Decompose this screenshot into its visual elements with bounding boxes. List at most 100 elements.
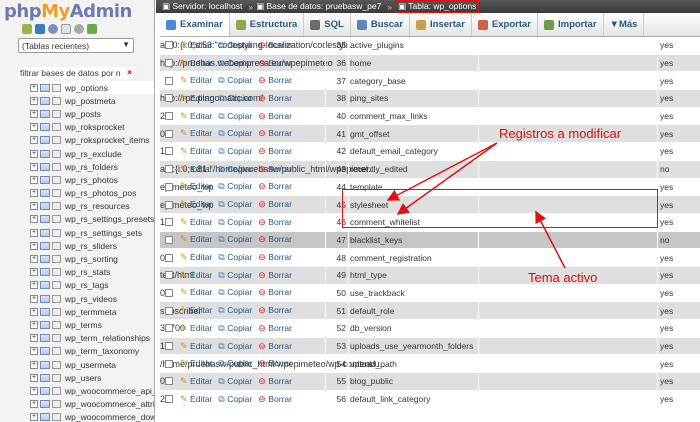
option-id-cell[interactable]: 43 [330, 164, 346, 174]
expand-icon[interactable]: + [30, 281, 38, 290]
autoload-cell[interactable]: yes [660, 270, 673, 280]
option-id-cell[interactable]: 54 [330, 359, 346, 369]
help-icon[interactable] [48, 24, 58, 34]
delete-button[interactable]: ⊖ Borrar [258, 341, 295, 352]
expand-icon[interactable]: + [30, 334, 38, 343]
delete-button[interactable]: ⊖ Borrar [258, 146, 295, 157]
copy-button[interactable]: ⧉ Copiar [218, 146, 255, 157]
expand-icon[interactable]: + [30, 347, 38, 356]
expand-icon[interactable]: + [30, 373, 38, 382]
option-id-cell[interactable]: 49 [330, 270, 346, 280]
option-id-cell[interactable]: 42 [330, 146, 346, 156]
row-checkbox[interactable] [165, 235, 173, 244]
copy-button[interactable]: ⧉ Copiar [218, 287, 255, 298]
sidebar-table-item[interactable]: + wp_roksprocket_items [30, 134, 154, 147]
edit-button[interactable]: ✎ Editar [180, 270, 215, 281]
option-id-cell[interactable]: 38 [330, 93, 346, 103]
breadcrumb-database[interactable]: ▣ Base de datos: pruebasw_pe7 [256, 1, 381, 12]
autoload-cell[interactable]: yes [660, 76, 673, 86]
option-name-cell[interactable]: default_link_category [350, 394, 430, 404]
option-name-cell[interactable]: gmt_offset [350, 129, 390, 139]
reload-icon[interactable] [87, 24, 97, 34]
sidebar-table-item[interactable]: + wp_rs_photos_pos [30, 187, 154, 200]
expand-icon[interactable]: + [30, 83, 38, 92]
delete-button[interactable]: ⊖ Borrar [258, 75, 295, 86]
edit-button[interactable]: ✎ Editar [180, 181, 215, 192]
autoload-cell[interactable]: yes [660, 200, 673, 210]
row-checkbox[interactable] [165, 182, 173, 191]
browse-icon[interactable] [52, 202, 61, 211]
docs-icon[interactable] [61, 24, 71, 34]
copy-button[interactable]: ⧉ Copiar [218, 217, 255, 228]
row-checkbox[interactable] [165, 377, 173, 386]
sidebar-table-item[interactable]: + wp_rs_settings_presets [30, 213, 154, 226]
sidebar-table-item[interactable]: + wp_woocommerce_attrib [30, 398, 154, 411]
copy-button[interactable]: ⧉ Copiar [218, 164, 255, 175]
expand-icon[interactable]: + [30, 307, 38, 316]
sidebar-table-item[interactable]: + wp_postmeta [30, 94, 154, 107]
autoload-cell[interactable]: yes [660, 306, 673, 316]
edit-button[interactable]: ✎ Editar [180, 323, 215, 334]
sidebar-table-item[interactable]: + wp_usermeta [30, 358, 154, 371]
autoload-cell[interactable]: yes [660, 111, 673, 121]
edit-button[interactable]: ✎ Editar [180, 164, 215, 175]
tab-export[interactable]: Exportar [472, 13, 538, 36]
row-checkbox[interactable] [165, 306, 173, 315]
edit-button[interactable]: ✎ Editar [180, 111, 215, 122]
row-checkbox[interactable] [165, 147, 173, 156]
sidebar-table-item[interactable]: + wp_terms [30, 318, 154, 331]
option-name-cell[interactable]: uploads_use_yearmonth_folders [350, 341, 473, 351]
delete-button[interactable]: ⊖ Borrar [258, 181, 295, 192]
option-id-cell[interactable]: 40 [330, 111, 346, 121]
row-checkbox[interactable] [165, 94, 173, 103]
browse-icon[interactable] [52, 334, 61, 343]
copy-button[interactable]: ⧉ Copiar [218, 181, 255, 192]
phpmyadmin-logo[interactable]: phpMyAdmin [4, 1, 132, 22]
option-id-cell[interactable]: 48 [330, 253, 346, 263]
edit-button[interactable]: ✎ Editar [180, 93, 215, 104]
row-checkbox[interactable] [165, 112, 173, 121]
row-checkbox[interactable] [165, 359, 173, 368]
option-id-cell[interactable]: 52 [330, 323, 346, 333]
option-name-cell[interactable]: default_role [350, 306, 394, 316]
expand-icon[interactable]: + [30, 136, 38, 145]
browse-icon[interactable] [52, 268, 61, 277]
settings-icon[interactable] [74, 24, 84, 34]
autoload-cell[interactable]: no [660, 164, 669, 174]
row-checkbox[interactable] [165, 76, 173, 85]
browse-icon[interactable] [52, 136, 61, 145]
sidebar-table-item[interactable]: + wp_rs_stats [30, 266, 154, 279]
option-id-cell[interactable]: 53 [330, 341, 346, 351]
copy-button[interactable]: ⧉ Copiar [218, 75, 255, 86]
sidebar-table-item[interactable]: + wp_posts [30, 107, 154, 120]
option-name-cell[interactable]: comment_registration [350, 253, 432, 263]
autoload-cell[interactable]: no [660, 235, 669, 245]
row-checkbox[interactable] [165, 41, 173, 50]
option-id-cell[interactable]: 51 [330, 306, 346, 316]
expand-icon[interactable]: + [30, 96, 38, 105]
edit-button[interactable]: ✎ Editar [180, 217, 215, 228]
autoload-cell[interactable]: yes [660, 394, 673, 404]
copy-button[interactable]: ⧉ Copiar [218, 341, 255, 352]
delete-button[interactable]: ⊖ Borrar [258, 234, 295, 245]
logout-icon[interactable] [35, 24, 45, 34]
browse-icon[interactable] [52, 360, 61, 369]
sidebar-table-item[interactable]: + wp_termmeta [30, 305, 154, 318]
option-name-cell[interactable]: blacklist_keys [350, 235, 402, 245]
sidebar-table-item[interactable]: + wp_roksprocket [30, 121, 154, 134]
row-checkbox[interactable] [165, 59, 173, 68]
browse-icon[interactable] [52, 386, 61, 395]
option-name-cell[interactable]: upload_path [350, 359, 397, 369]
option-name-cell[interactable]: html_type [350, 270, 387, 280]
expand-icon[interactable]: + [30, 320, 38, 329]
home-icon[interactable] [22, 24, 32, 34]
option-name-cell[interactable]: home [350, 58, 371, 68]
option-name-cell[interactable]: db_version [350, 323, 392, 333]
autoload-cell[interactable]: yes [660, 323, 673, 333]
browse-icon[interactable] [52, 215, 61, 224]
copy-button[interactable]: ⧉ Copiar [218, 376, 255, 387]
delete-button[interactable]: ⊖ Borrar [258, 128, 295, 139]
tab-search[interactable]: Buscar [351, 13, 411, 36]
breadcrumb-server[interactable]: ▣ Servidor: localhost [162, 1, 242, 12]
browse-icon[interactable] [52, 228, 61, 237]
